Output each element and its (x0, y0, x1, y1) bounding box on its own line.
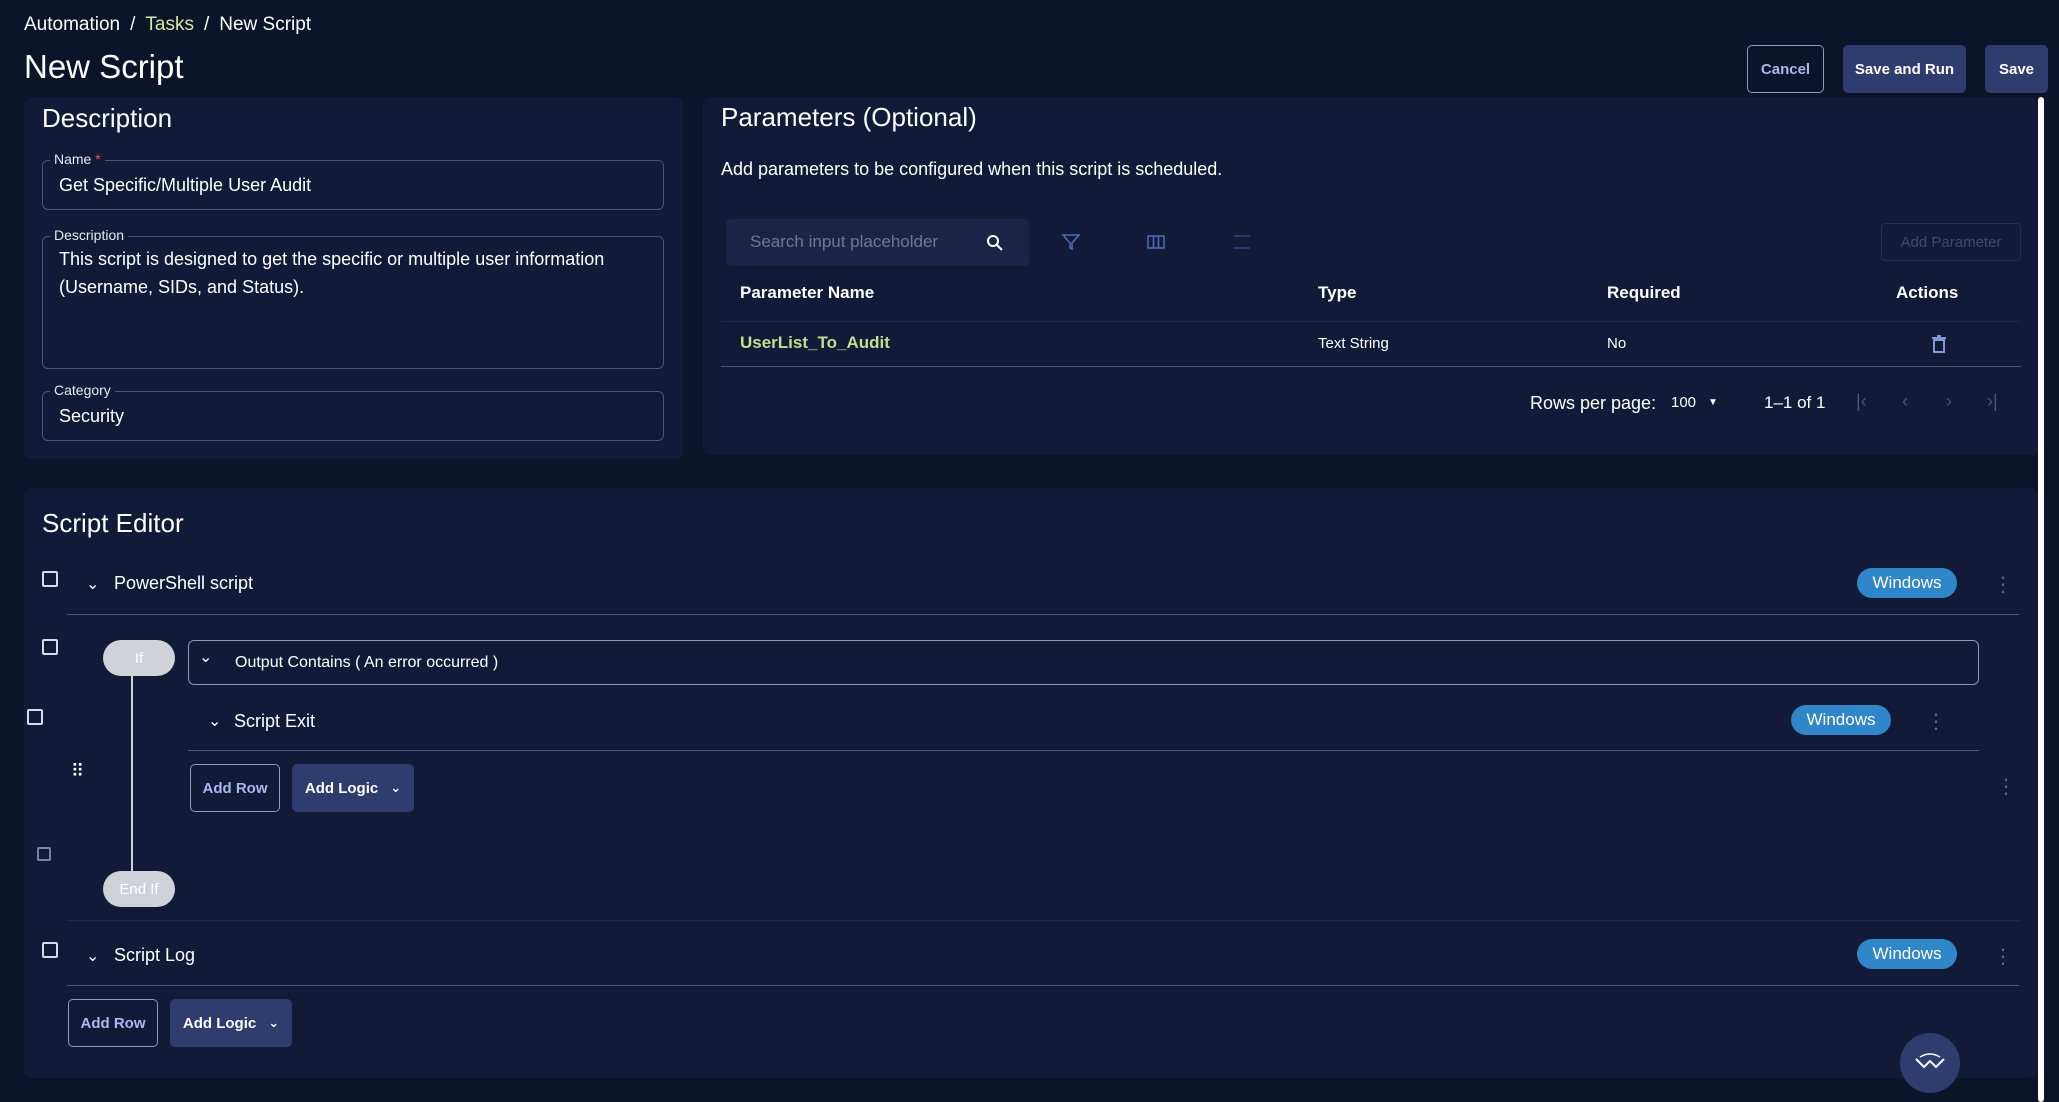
assistant-icon (1915, 1053, 1945, 1069)
page-title: New Script (24, 48, 184, 85)
description-panel: Description Get Specific/Multiple User A… (24, 97, 683, 459)
category-value: Security (59, 406, 125, 426)
row-divider (67, 614, 2019, 615)
if-condition-row[interactable]: ⌄ Output Contains ( An error occurred ) (188, 640, 1979, 685)
breadcrumb: Automation / Tasks / New Script (24, 14, 311, 36)
script-log-checkbox[interactable] (42, 942, 58, 958)
chevron-down-icon[interactable]: ⌄ (86, 574, 99, 594)
add-row-button[interactable]: Add Row (190, 764, 280, 812)
end-if-checkbox[interactable] (37, 847, 51, 861)
end-if-label: End If (103, 871, 175, 907)
parameters-panel: Parameters (Optional) Add parameters to … (703, 97, 2039, 455)
parameters-subtitle: Add parameters to be configured when thi… (721, 159, 1223, 179)
script-log-label[interactable]: Script Log (114, 945, 195, 966)
chevron-down-icon: ⌄ (390, 780, 402, 795)
chevron-down-icon: ▼ (1708, 397, 1718, 408)
search-icon[interactable] (986, 234, 1004, 252)
parameter-required: No (1607, 335, 1627, 352)
row-divider (67, 920, 2019, 921)
breadcrumb-tasks[interactable]: Tasks (145, 14, 194, 36)
chevron-down-icon[interactable]: ⌄ (199, 647, 212, 667)
category-field[interactable]: Security (42, 391, 664, 441)
name-label: Name * (50, 151, 105, 167)
os-badge: Windows (1791, 705, 1891, 735)
columns-icon[interactable] (1147, 233, 1165, 251)
powershell-row-checkbox[interactable] (42, 571, 58, 587)
script-exit-checkbox[interactable] (27, 709, 43, 725)
save-and-run-button[interactable]: Save and Run (1843, 45, 1966, 93)
more-vert-icon[interactable]: ⋮ (1926, 709, 1946, 734)
chevron-down-icon: ⌄ (268, 1015, 280, 1030)
add-logic-button[interactable]: Add Logic ⌄ (170, 999, 292, 1047)
more-vert-icon[interactable]: ⋮ (1993, 944, 2013, 969)
density-icon[interactable] (1233, 233, 1251, 251)
category-label: Category (50, 382, 115, 398)
prev-page-icon[interactable]: ‹ (1902, 391, 1908, 412)
column-header-required[interactable]: Required (1607, 283, 1681, 303)
more-vert-icon[interactable]: ⋮ (1996, 774, 2016, 799)
breadcrumb-separator: / (130, 14, 136, 35)
if-row-checkbox[interactable] (42, 639, 58, 655)
add-logic-button[interactable]: Add Logic ⌄ (292, 764, 414, 812)
rows-per-page-value: 100 (1671, 394, 1697, 411)
if-label: If (103, 640, 175, 676)
name-value: Get Specific/Multiple User Audit (59, 175, 312, 195)
os-badge: Windows (1857, 568, 1957, 598)
table-row[interactable]: UserList_To_Audit Text String No (721, 321, 2021, 367)
required-mark: * (95, 151, 101, 167)
description-value: This script is designed to get the speci… (59, 249, 605, 297)
rows-per-page-label: Rows per page: (1530, 393, 1657, 413)
search-placeholder: Search input placeholder (750, 232, 939, 251)
next-page-icon[interactable]: › (1946, 391, 1952, 412)
parameter-search-input[interactable]: Search input placeholder (726, 219, 1029, 266)
powershell-row-label[interactable]: PowerShell script (114, 573, 253, 594)
chevron-down-icon[interactable]: ⌄ (208, 711, 221, 731)
parameter-type: Text String (1318, 335, 1389, 352)
add-row-button[interactable]: Add Row (68, 999, 158, 1047)
if-connector-line (131, 676, 133, 872)
more-vert-icon[interactable]: ⋮ (1993, 572, 2013, 597)
name-field[interactable]: Get Specific/Multiple User Audit (42, 160, 664, 210)
parameter-name-link[interactable]: UserList_To_Audit (740, 333, 890, 353)
column-header-type[interactable]: Type (1318, 283, 1356, 303)
pagination-range: 1–1 of 1 (1764, 393, 1826, 412)
script-editor-panel: Script Editor ⌄ PowerShell script Window… (24, 488, 2037, 1078)
description-label: Description (50, 227, 129, 243)
drag-handle-icon[interactable]: ⠿ (71, 761, 84, 782)
assistant-button[interactable] (1900, 1033, 1960, 1093)
trash-icon[interactable] (1931, 335, 1947, 353)
script-exit-label[interactable]: Script Exit (234, 711, 315, 732)
row-divider (188, 750, 1979, 751)
page-scrollbar[interactable] (2038, 97, 2044, 1102)
save-button[interactable]: Save (1985, 45, 2048, 93)
column-header-actions: Actions (1896, 283, 1959, 302)
script-editor-title: Script Editor (42, 508, 184, 538)
last-page-icon[interactable]: ›| (1987, 391, 1998, 412)
add-logic-label: Add Logic (182, 1014, 257, 1032)
cancel-button[interactable]: Cancel (1747, 45, 1824, 93)
breadcrumb-automation[interactable]: Automation (24, 14, 120, 36)
filter-icon[interactable] (1061, 232, 1081, 252)
column-header-parameter-name[interactable]: Parameter Name (740, 283, 874, 303)
parameters-panel-title: Parameters (Optional) (721, 102, 977, 132)
add-logic-label: Add Logic (304, 779, 379, 797)
chevron-down-icon[interactable]: ⌄ (86, 946, 99, 966)
breadcrumb-current: New Script (219, 14, 312, 35)
if-condition-label: Output Contains ( An error occurred ) (235, 654, 499, 671)
description-panel-title: Description (42, 103, 173, 133)
first-page-icon[interactable]: |‹ (1856, 391, 1867, 412)
breadcrumb-separator: / (203, 14, 210, 35)
os-badge: Windows (1857, 939, 1957, 969)
rows-per-page-select[interactable]: 100 ▼ (1671, 394, 1718, 411)
description-field[interactable]: This script is designed to get the speci… (42, 236, 664, 369)
add-parameter-button[interactable]: Add Parameter (1881, 223, 2021, 261)
row-divider (67, 985, 2019, 986)
